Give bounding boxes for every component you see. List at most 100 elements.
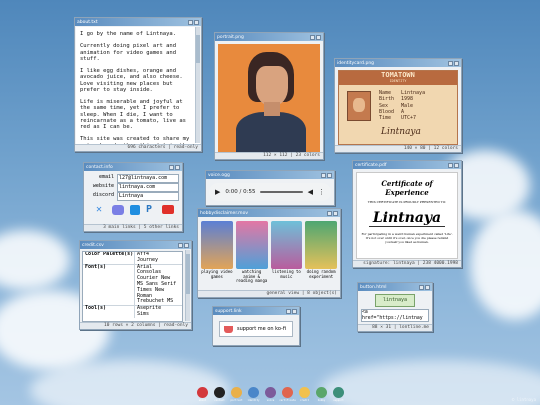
support-window[interactable]: support.link support me on ko-fi bbox=[212, 306, 300, 346]
scrollbar[interactable] bbox=[195, 27, 200, 143]
eye-icon bbox=[231, 387, 242, 398]
hobby-window[interactable]: hobbydisclaimer.mov playing video games … bbox=[197, 208, 341, 298]
about-window[interactable]: about.txt I go by the name of Lintnaya. … bbox=[74, 17, 202, 152]
dock-item[interactable]: voice bbox=[264, 387, 277, 402]
volume-icon[interactable]: ◀ bbox=[308, 188, 313, 196]
id-card: TOMATOWN IDENTITY Name Lintnaya Birth 1998… bbox=[338, 70, 458, 145]
email-field[interactable]: l27@lintnaya.com bbox=[117, 174, 179, 183]
cert-titlebar[interactable]: certificate.pdf bbox=[353, 161, 461, 169]
id-photo bbox=[347, 91, 371, 121]
hobby-item[interactable]: doing random experiment bbox=[305, 221, 337, 284]
minimize-button[interactable] bbox=[419, 284, 424, 290]
play-icon[interactable]: ▶ bbox=[215, 188, 220, 196]
voice-window[interactable]: voice.ogg ▶ 0:00 / 0:55 ◀ ⋮ bbox=[205, 170, 335, 206]
dock-item[interactable]: support bbox=[332, 387, 345, 402]
neck-shape bbox=[264, 102, 280, 116]
more-options-icon[interactable]: ⋮ bbox=[318, 188, 325, 196]
pixiv-icon[interactable] bbox=[130, 205, 140, 215]
idcard-titlebar[interactable]: identitycard.png bbox=[335, 59, 461, 67]
close-button[interactable] bbox=[292, 308, 297, 314]
close-button[interactable] bbox=[327, 172, 332, 178]
cert-heading: Certificate of Experience bbox=[381, 179, 433, 197]
hobby-caption: doing random experiment bbox=[306, 269, 336, 279]
minimize-button[interactable] bbox=[310, 34, 315, 40]
minimize-button[interactable] bbox=[188, 19, 193, 25]
window-title: button.html bbox=[360, 284, 387, 290]
voice-titlebar[interactable]: voice.ogg bbox=[206, 171, 334, 179]
bluesky-icon[interactable]: ✕ bbox=[96, 205, 106, 215]
discord-field[interactable]: Lintnaya bbox=[117, 192, 179, 201]
kofi-button[interactable]: support me on ko-fi bbox=[219, 321, 293, 337]
discord-icon[interactable] bbox=[112, 205, 124, 215]
support-titlebar[interactable]: support.link bbox=[213, 307, 299, 315]
close-button[interactable] bbox=[333, 210, 338, 216]
credit-window[interactable]: credit.csv Color Palette(s) AYY4 Journey … bbox=[79, 240, 192, 330]
hobby-item[interactable]: listening to music bbox=[270, 221, 303, 284]
close-button[interactable] bbox=[316, 34, 321, 40]
hobby-titlebar[interactable]: hobbydisclaimer.mov bbox=[198, 209, 340, 217]
website-field[interactable]: lintnaya.com bbox=[117, 183, 179, 192]
close-button[interactable] bbox=[194, 19, 199, 25]
close-button[interactable] bbox=[175, 164, 180, 170]
minimize-button[interactable] bbox=[448, 162, 453, 168]
id-field-value: A bbox=[401, 108, 405, 115]
window-title: voice.ogg bbox=[208, 172, 230, 178]
contact-rows: email l27@lintnaya.com website lintnaya.co… bbox=[84, 171, 182, 201]
minimize-button[interactable] bbox=[321, 172, 326, 178]
dock-item[interactable]: about bbox=[196, 387, 209, 402]
site-badge[interactable]: lintnaya bbox=[375, 294, 415, 307]
youtube-icon[interactable] bbox=[162, 205, 174, 214]
dock-label: credit bbox=[299, 399, 310, 402]
minimize-button[interactable] bbox=[178, 242, 183, 248]
minimize-button[interactable] bbox=[286, 308, 291, 314]
certificate-page: Certificate of Experience THIS CERTIFICA… bbox=[356, 172, 458, 259]
minimize-button[interactable] bbox=[169, 164, 174, 170]
dock-item[interactable]: hobby bbox=[315, 387, 328, 402]
portrait-titlebar[interactable]: portrait.png bbox=[215, 33, 323, 41]
patreon-icon[interactable]: P bbox=[146, 205, 156, 215]
dock-item[interactable]: portrait bbox=[230, 387, 243, 402]
flower-icon bbox=[282, 387, 293, 398]
close-button[interactable] bbox=[454, 162, 459, 168]
credit-key: Tool(s) bbox=[83, 305, 135, 318]
dock-item[interactable]: credit bbox=[298, 387, 311, 402]
hobby-item[interactable]: watching anime & reading manga bbox=[235, 221, 268, 284]
scrollbar-thumb[interactable] bbox=[186, 254, 190, 294]
close-button[interactable] bbox=[184, 242, 189, 248]
kofi-label: support me on ko-fi bbox=[237, 326, 286, 332]
contact-titlebar[interactable]: contact.info bbox=[84, 163, 182, 171]
close-button[interactable] bbox=[454, 60, 459, 66]
status-bar: 112 × 112 | 23 colors bbox=[215, 152, 323, 159]
scrollbar-thumb[interactable] bbox=[196, 35, 200, 63]
credit-titlebar[interactable]: credit.csv bbox=[80, 241, 191, 249]
id-title: TOMATOWN bbox=[381, 71, 415, 79]
idcard-window[interactable]: identitycard.png TOMATOWN IDENTITY Name L… bbox=[334, 58, 462, 153]
dock-item[interactable]: identity bbox=[247, 387, 260, 402]
hobby-item[interactable]: playing video games bbox=[201, 221, 233, 284]
cloud bbox=[320, 360, 540, 405]
dock-item[interactable]: certificate bbox=[279, 387, 296, 402]
cloud bbox=[0, 230, 70, 290]
audio-time: 0:00 / 0:55 bbox=[225, 189, 256, 195]
embed-code[interactable]: <a href="https://lintnay bbox=[361, 309, 429, 322]
button-window[interactable]: button.html lintnaya <a href="https://li… bbox=[357, 282, 433, 332]
minimize-button[interactable] bbox=[327, 210, 332, 216]
hobby-thumbnail bbox=[201, 221, 233, 269]
bowl-icon bbox=[248, 387, 259, 398]
social-icons: ✕ P bbox=[96, 205, 182, 215]
id-fields: Name Lintnaya Birth 1998 Sex Male Blood A Ti… bbox=[379, 90, 425, 121]
contact-window[interactable]: contact.info email l27@lintnaya.com websi… bbox=[83, 162, 183, 232]
cert-name: Lintnaya bbox=[368, 210, 446, 227]
dock-item[interactable]: contact bbox=[213, 387, 226, 402]
button-titlebar[interactable]: button.html bbox=[358, 283, 432, 291]
credit-value: Sims bbox=[137, 310, 150, 317]
minimize-button[interactable] bbox=[448, 60, 453, 66]
portrait-window[interactable]: portrait.png 112 × 112 | 23 colors bbox=[214, 32, 324, 160]
close-button[interactable] bbox=[425, 284, 430, 290]
about-titlebar[interactable]: about.txt bbox=[75, 18, 201, 26]
scrollbar[interactable] bbox=[185, 250, 190, 321]
certificate-window[interactable]: certificate.pdf Certificate of Experienc… bbox=[352, 160, 462, 268]
audio-seekbar[interactable] bbox=[260, 191, 303, 193]
window-title: identitycard.png bbox=[337, 60, 375, 66]
id-field-value: Male bbox=[401, 102, 414, 109]
